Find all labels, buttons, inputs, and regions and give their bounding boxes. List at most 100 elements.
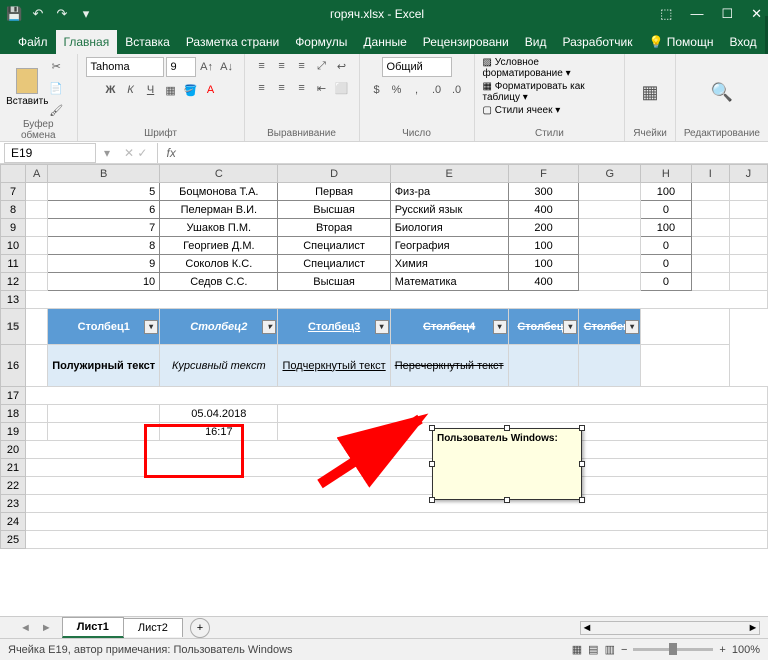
filter-icon[interactable]: ▾ (262, 320, 276, 334)
filter-icon[interactable]: ▾ (563, 320, 577, 334)
find-icon[interactable]: 🔍 (713, 84, 731, 102)
tab-signin[interactable]: Вход (721, 30, 764, 54)
formula-bar: E19 ▾ ✕ ✓ fx (0, 142, 768, 164)
tab-developer[interactable]: Разработчик (554, 30, 640, 54)
cell-styles-button[interactable]: ▢ Стили ячеек ▾ (483, 105, 561, 116)
align-middle-icon[interactable]: ≡ (273, 57, 291, 75)
merge-icon[interactable]: ⬜ (333, 79, 351, 97)
currency-icon[interactable]: $ (368, 81, 386, 99)
comma-icon[interactable]: , (408, 81, 426, 99)
comment-author: Пользователь Windows: (437, 433, 558, 444)
bold-button[interactable]: Ж (102, 81, 120, 99)
decrease-font-icon[interactable]: A↓ (218, 58, 236, 76)
name-box[interactable]: E19 (4, 143, 96, 163)
table-row[interactable]: 7 5Боцмонова Т.А.ПерваяФиз-ра 300100 (1, 183, 768, 201)
group-alignment: ≡ ≡ ≡ ⤢ ↩ ≡ ≡ ≡ ⇤ ⬜ Выравнивание (245, 54, 360, 141)
wrap-text-icon[interactable]: ↩ (333, 57, 351, 75)
align-right-icon[interactable]: ≡ (293, 79, 311, 97)
tab-home[interactable]: Главная (56, 30, 118, 54)
group-editing: 🔍 Редактирование (676, 54, 768, 141)
group-cells: ▦ Ячейки (625, 54, 676, 141)
share-button[interactable]: 👤 Общий доступ (765, 16, 768, 54)
sheet-tab[interactable]: Лист2 (123, 618, 183, 637)
undo-icon[interactable]: ↶ (30, 6, 46, 22)
tab-help[interactable]: 💡 Помощн (640, 30, 721, 54)
horizontal-scrollbar[interactable]: ◄ ► (580, 621, 760, 635)
comment-popup[interactable]: Пользователь Windows: (432, 428, 582, 500)
paste-button[interactable]: Вставить (11, 68, 43, 108)
filter-icon[interactable]: ▾ (144, 320, 158, 334)
tab-review[interactable]: Рецензировани (415, 30, 517, 54)
filter-icon[interactable]: ▾ (375, 320, 389, 334)
percent-icon[interactable]: % (388, 81, 406, 99)
save-icon[interactable]: 💾 (6, 6, 22, 22)
view-pagebreak-icon[interactable]: ▥ (605, 643, 615, 656)
column-headers[interactable]: ABC DEFG HIJ (1, 165, 768, 183)
tab-pagelayout[interactable]: Разметка страни (178, 30, 287, 54)
maximize-icon[interactable]: ☐ (721, 6, 733, 22)
view-normal-icon[interactable]: ▦ (572, 643, 582, 656)
font-size-combo[interactable]: 9 (166, 57, 196, 77)
zoom-level[interactable]: 100% (732, 644, 760, 656)
cells-icon[interactable]: ▦ (641, 84, 659, 102)
underline-button[interactable]: Ч (142, 81, 160, 99)
table-row[interactable]: 12 10Седов С.С.ВысшаяМатематика 4000 (1, 273, 768, 291)
fill-color-button[interactable]: 🪣 (182, 81, 200, 99)
increase-font-icon[interactable]: A↑ (198, 58, 216, 76)
ribbon-tabs: Файл Главная Вставка Разметка страни Фор… (0, 28, 768, 54)
ribbon-options-icon[interactable]: ⬚ (660, 6, 672, 22)
group-font: Tahoma 9 A↑ A↓ Ж К Ч ▦ 🪣 A Шрифт (78, 54, 245, 141)
table-row[interactable]: 8 6Пелерман В.И.ВысшаяРусский язык 4000 (1, 201, 768, 219)
number-format-combo[interactable]: Общий (382, 57, 452, 77)
sheet-nav-next-icon[interactable]: ► (41, 622, 52, 634)
table-row[interactable]: 11 9Соколов К.С.СпециалистХимия 1000 (1, 255, 768, 273)
zoom-slider[interactable] (633, 648, 713, 651)
copy-icon[interactable]: 📄 (47, 79, 65, 97)
align-top-icon[interactable]: ≡ (253, 57, 271, 75)
format-painter-icon[interactable]: 🖌 (47, 101, 65, 119)
new-sheet-button[interactable]: + (190, 618, 210, 638)
decimal-inc-icon[interactable]: .0 (428, 81, 446, 99)
table-header-row: 15 Столбец1▾ Столбец2▾ Столбец3▾ Столбец… (1, 309, 768, 345)
status-bar: Ячейка E19, автор примечания: Пользовате… (0, 638, 768, 660)
tab-file[interactable]: Файл (10, 30, 56, 54)
indent-decrease-icon[interactable]: ⇤ (313, 79, 331, 97)
title-bar: 💾 ↶ ↷ ▾ горяч.xlsx - Excel ⬚ — ☐ ✕ (0, 0, 768, 28)
sheet-tab[interactable]: Лист1 (62, 617, 124, 638)
spreadsheet-grid[interactable]: ABC DEFG HIJ 7 5Боцмонова Т.А.ПерваяФиз-… (0, 164, 768, 616)
tab-view[interactable]: Вид (517, 30, 555, 54)
table-row[interactable]: 9 7Ушаков П.М.ВтораяБиология 200100 (1, 219, 768, 237)
group-number: Общий $ % , .0 .0 Число (360, 54, 475, 141)
minimize-icon[interactable]: — (690, 6, 703, 22)
align-left-icon[interactable]: ≡ (253, 79, 271, 97)
status-text: Ячейка E19, автор примечания: Пользовате… (8, 644, 293, 656)
italic-button[interactable]: К (122, 81, 140, 99)
close-icon[interactable]: ✕ (751, 6, 762, 22)
filter-icon[interactable]: ▾ (493, 320, 507, 334)
table-data-row: 16 Полужирный текст Курсивный текст Подч… (1, 345, 768, 387)
tab-data[interactable]: Данные (355, 30, 414, 54)
cut-icon[interactable]: ✂ (47, 57, 65, 75)
conditional-formatting-button[interactable]: ▨ Условное форматирование ▾ (483, 57, 617, 79)
orientation-icon[interactable]: ⤢ (313, 57, 331, 75)
zoom-in-icon[interactable]: + (719, 644, 725, 656)
zoom-out-icon[interactable]: − (621, 644, 627, 656)
qat-dropdown-icon[interactable]: ▾ (78, 6, 94, 22)
tab-insert[interactable]: Вставка (117, 30, 178, 54)
window-title: горяч.xlsx - Excel (94, 7, 660, 21)
decimal-dec-icon[interactable]: .0 (448, 81, 466, 99)
format-as-table-button[interactable]: ▦ Форматировать как таблицу ▾ (483, 81, 617, 103)
tab-formulas[interactable]: Формулы (287, 30, 355, 54)
redo-icon[interactable]: ↷ (54, 6, 70, 22)
align-center-icon[interactable]: ≡ (273, 79, 291, 97)
sheet-nav-prev-icon[interactable]: ◄ (20, 622, 31, 634)
font-name-combo[interactable]: Tahoma (86, 57, 164, 77)
border-button[interactable]: ▦ (162, 81, 180, 99)
table-row[interactable]: 10 8Георгиев Д.М.СпециалистГеография 100… (1, 237, 768, 255)
font-color-button[interactable]: A (202, 81, 220, 99)
align-bottom-icon[interactable]: ≡ (293, 57, 311, 75)
fx-label: fx (157, 143, 183, 163)
view-pagelayout-icon[interactable]: ▤ (588, 643, 598, 656)
filter-icon[interactable]: ▾ (625, 320, 639, 334)
quick-access-toolbar: 💾 ↶ ↷ ▾ (6, 6, 94, 22)
